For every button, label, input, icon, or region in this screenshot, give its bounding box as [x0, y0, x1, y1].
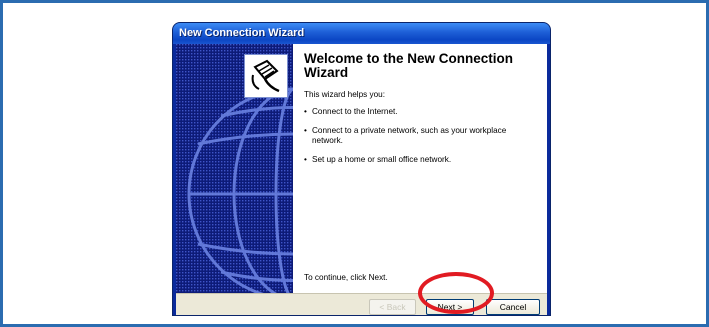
- wizard-content: Welcome to the New Connection Wizard Thi…: [176, 44, 547, 293]
- bullet-item: Connect to the Internet.: [312, 107, 398, 116]
- cancel-button[interactable]: Cancel: [486, 299, 540, 315]
- wizard-heading: Welcome to the New Connection Wizard: [304, 51, 514, 80]
- bullet-marker: •: [304, 107, 307, 116]
- bullet-item: Connect to a private network, such as yo…: [312, 126, 507, 145]
- phone-plug-icon: [244, 54, 288, 98]
- title-bar[interactable]: New Connection Wizard: [173, 23, 550, 44]
- wizard-window: New Connection Wizard Welcome to the New…: [173, 23, 550, 315]
- back-button[interactable]: < Back: [369, 299, 416, 315]
- window-title: New Connection Wizard: [179, 27, 305, 39]
- bullet-marker: •: [304, 155, 307, 164]
- continue-text: To continue, click Next.: [304, 273, 388, 282]
- highlight-circle: [418, 272, 494, 314]
- bullet-marker: •: [304, 126, 307, 135]
- wizard-intro: This wizard helps you:: [304, 90, 385, 99]
- wizard-sidebar: [176, 44, 293, 293]
- bullet-item: Set up a home or small office network.: [312, 155, 452, 164]
- wizard-main: Welcome to the New Connection Wizard Thi…: [301, 44, 541, 293]
